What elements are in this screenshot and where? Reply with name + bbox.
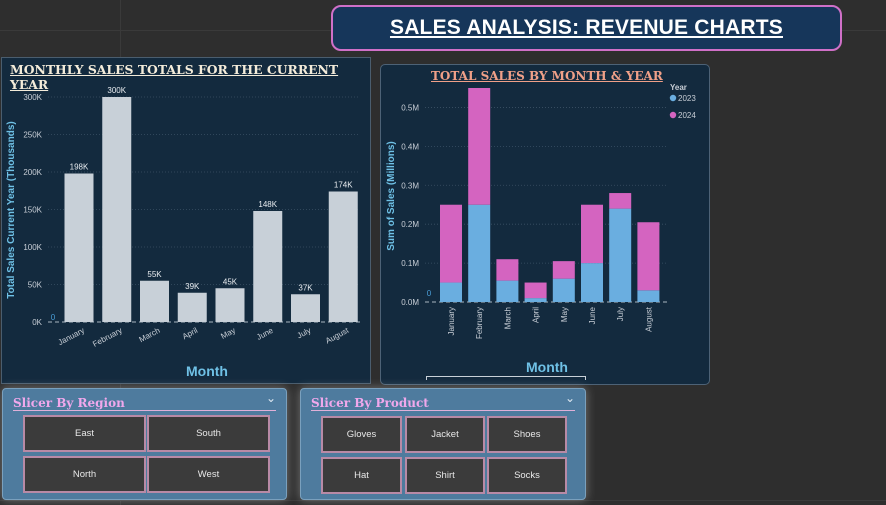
bar-2024-march [496,259,519,281]
x-axis-title: Month [526,359,568,375]
y-tick-label: 0.4M [401,142,419,151]
bar-2023-january [440,282,462,302]
bar-2024-april [524,282,547,299]
bar-2023-august [637,290,660,302]
y-axis-title: Sum of Sales (Millions) [386,141,397,250]
y-tick-label: 0.0M [401,298,419,307]
bar-2023-may [552,278,575,302]
x-tick-label-march: March [503,307,512,329]
legend-label-2024: 2024 [678,111,696,120]
chevron-down-icon[interactable]: ⌄ [266,391,276,405]
bar-2024-january [440,204,462,283]
x-tick-label-august: August [644,306,653,332]
region-option-north[interactable]: North [23,456,146,493]
region-option-south[interactable]: South [147,415,270,452]
product-option-shirt[interactable]: Shirt [405,457,485,494]
x-tick-label-february: February [475,307,484,339]
y-tick-label: 0.3M [401,181,419,190]
chevron-down-icon[interactable]: ⌄ [565,391,575,405]
y-tick-label: 0.2M [401,220,419,229]
product-option-gloves[interactable]: Gloves [321,416,402,453]
product-option-shoes[interactable]: Shoes [487,416,567,453]
x-tick-label-july: July [616,307,625,321]
product-option-socks[interactable]: Socks [487,457,567,494]
legend-title: Year [670,83,687,92]
region-slicer-title: Slicer By Region [13,396,125,410]
bar-2023-april [524,298,547,302]
product-option-hat[interactable]: Hat [321,457,402,494]
product-slicer-title: Slicer By Product [311,396,429,410]
bar-2024-may [552,261,575,279]
bar-2023-june [581,263,603,302]
x-tick-label-january: January [447,307,456,335]
bar-2023-july [609,208,632,302]
region-slicer: Slicer By Region ⌄ East South North West [2,388,287,500]
y-tick-label: 0.5M [401,103,419,112]
chart-scrollbar[interactable] [426,376,586,380]
bar-2024-august [637,222,660,291]
y-tick-label: 0.1M [401,259,419,268]
bar-2023-february [468,204,491,302]
x-tick-label-may: May [560,307,569,322]
bar-2023-march [496,280,519,302]
region-option-west[interactable]: West [147,456,270,493]
bar-2024-february [468,88,491,205]
product-slicer-header[interactable]: Slicer By Product ⌄ [311,391,575,411]
bar-2024-july [609,193,632,209]
bar-2024-june [581,204,603,264]
product-option-jacket[interactable]: Jacket [405,416,485,453]
region-option-east[interactable]: East [23,415,146,452]
legend-label-2023: 2023 [678,94,696,103]
product-slicer: Slicer By Product ⌄ Gloves Jacket Shoes … [300,388,586,500]
region-slicer-header[interactable]: Slicer By Region ⌄ [13,391,276,411]
legend-swatch-2024 [669,111,677,119]
x-tick-label-april: April [532,307,541,323]
legend-swatch-2023 [669,94,677,102]
x-tick-label-june: June [588,306,597,324]
baseline-label: 0 [427,289,432,298]
